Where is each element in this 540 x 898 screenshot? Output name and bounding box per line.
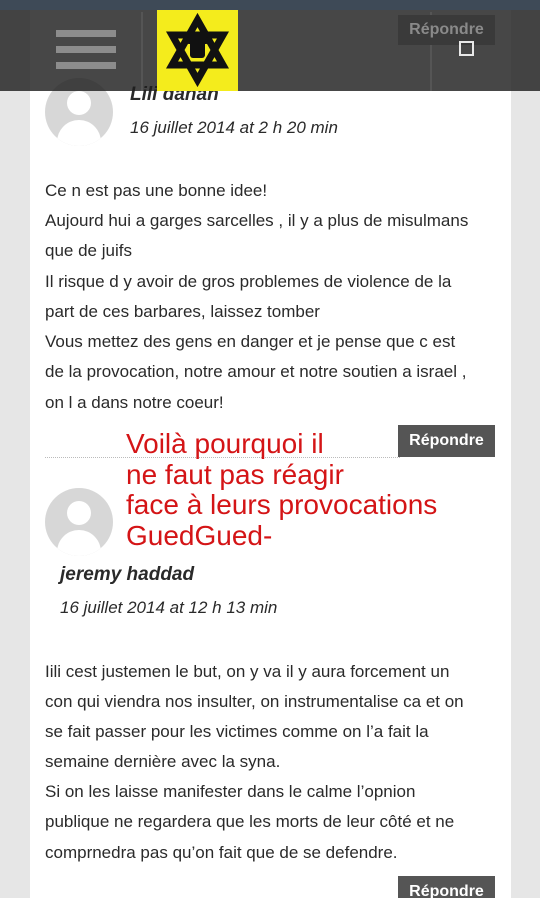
- hamburger-menu-icon[interactable]: [56, 30, 116, 70]
- comment-date: 16 juillet 2014 at 2 h 20 min: [130, 118, 338, 137]
- annotation-line: GuedGued-: [126, 520, 273, 551]
- reply-button[interactable]: Répondre: [398, 425, 495, 457]
- top-accent-strip: [0, 0, 540, 10]
- comment-text-line: publique ne regardera que les morts de l…: [45, 812, 455, 831]
- comment-text-line: se fait passer pour les victimes comme o…: [45, 722, 429, 741]
- reply-button[interactable]: Répondre: [398, 15, 495, 45]
- annotation-line: Voilà pourquoi il: [126, 428, 324, 459]
- comment-text-line: con qui viendra nos insulter, on instrum…: [45, 692, 464, 711]
- annotation-line: face à leurs provocations: [126, 489, 438, 520]
- top-header-bar: Répondre: [0, 0, 540, 91]
- checkbox-icon[interactable]: [459, 41, 474, 56]
- comment-author: jeremy haddad: [60, 564, 195, 585]
- comment-text-line: de la provocation, notre amour et notre …: [45, 362, 467, 381]
- comment-text-line: comprnedra pas qu’on fait que de se defe…: [45, 843, 398, 862]
- comment-text-line: Iili cest justemen le but, on y va il y …: [45, 662, 450, 681]
- star-fist-logo-icon: [165, 12, 230, 88]
- avatar: [45, 488, 113, 556]
- annotation-line: ne faut pas réagir: [126, 459, 344, 490]
- comment-text-line: Il risque d y avoir de gros problemes de…: [45, 272, 452, 291]
- comment-text-line: que de juifs: [45, 241, 132, 260]
- comment-text-line: Ce n est pas une bonne idee!: [45, 181, 268, 200]
- comment-text-line: on l a dans notre coeur!: [45, 393, 224, 412]
- comment-text-line: Vous mettez des gens en danger et je pen…: [45, 332, 456, 351]
- comment-text-line: semaine dernière avec la syna.: [45, 752, 281, 771]
- comment-text-line: Si on les laisse manifester dans le calm…: [45, 782, 416, 801]
- reply-button[interactable]: Répondre: [398, 876, 495, 898]
- comment-text-line: Aujourd hui a garges sarcelles , il y a …: [45, 211, 469, 230]
- comment-text-line: part de ces barbares, laissez tomber: [45, 302, 320, 321]
- comment-date: 16 juillet 2014 at 12 h 13 min: [60, 598, 278, 617]
- header-separator: [141, 12, 143, 91]
- site-logo[interactable]: [157, 10, 238, 91]
